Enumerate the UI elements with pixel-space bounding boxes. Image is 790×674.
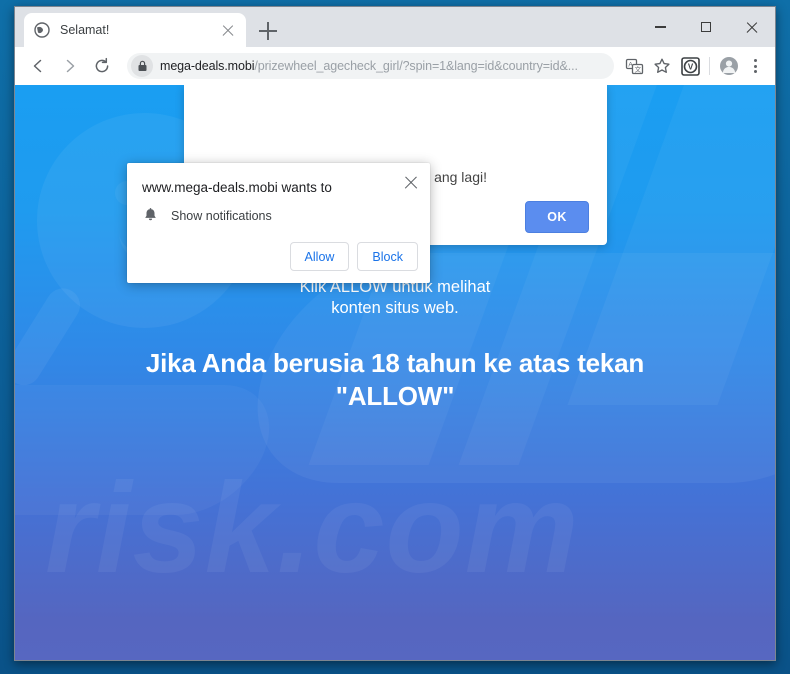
address-bar[interactable]: mega-deals.mobi/prizewheel_agecheck_girl… (127, 53, 614, 79)
three-dot-menu-icon[interactable] (743, 52, 767, 80)
minimize-button[interactable] (637, 7, 683, 47)
page-subtitle: Klik ALLOW untuk melihat konten situs we… (15, 277, 775, 319)
forward-arrow-icon[interactable] (55, 51, 85, 81)
url-path: /prizewheel_agecheck_girl/?spin=1&lang=i… (254, 59, 578, 73)
tab-strip: Selamat! (15, 7, 775, 47)
permission-option-row: Show notifications (142, 207, 272, 224)
svg-text:文: 文 (634, 64, 641, 73)
url-host: mega-deals.mobi (160, 59, 255, 73)
globe-icon (34, 22, 50, 38)
window-controls (637, 7, 775, 47)
ok-button[interactable]: OK (525, 201, 589, 233)
site-watermark-text: risk.com (45, 457, 580, 600)
page-viewport: risk.com ang lagi! OK Klik ALLOW untuk m… (15, 85, 775, 660)
maximize-button[interactable] (683, 7, 729, 47)
lock-icon[interactable] (131, 55, 153, 77)
browser-toolbar: mega-deals.mobi/prizewheel_agecheck_girl… (15, 47, 775, 85)
close-window-button[interactable] (729, 7, 775, 47)
allow-button[interactable]: Allow (289, 242, 350, 271)
profile-avatar-icon[interactable] (715, 52, 743, 80)
tab-title: Selamat! (60, 23, 110, 37)
menu-dot (753, 59, 757, 62)
page-headline-line1: Jika Anda berusia 18 tahun ke atas tekan (145, 348, 645, 378)
permission-dialog-title: www.mega-deals.mobi wants to (142, 180, 332, 195)
menu-dot (753, 64, 757, 68)
new-tab-button[interactable] (255, 18, 281, 44)
permission-option-label: Show notifications (171, 208, 272, 223)
close-tab-icon[interactable] (220, 22, 236, 38)
back-arrow-icon[interactable] (23, 51, 53, 81)
page-subtitle-line2: konten situs web. (331, 299, 459, 317)
close-icon[interactable] (403, 174, 419, 190)
toolbar-divider (709, 57, 710, 75)
bell-icon (142, 207, 159, 224)
menu-dot (753, 70, 757, 73)
reload-icon[interactable] (87, 51, 117, 81)
star-icon[interactable] (648, 52, 676, 80)
browser-window: Selamat! mega-deals.mobi/prizewheel_agec… (14, 6, 776, 661)
block-button[interactable]: Block (357, 242, 418, 271)
url-text: mega-deals.mobi/prizewheel_agecheck_girl… (160, 59, 578, 73)
tab-selamat[interactable]: Selamat! (24, 13, 246, 47)
permission-dialog-actions: Allow Block (289, 242, 418, 271)
svg-text:V: V (687, 62, 693, 71)
notification-permission-dialog: www.mega-deals.mobi wants to Show notifi… (127, 163, 430, 283)
page-headline: Jika Anda berusia 18 tahun ke atas tekan… (15, 347, 775, 413)
translate-icon[interactable]: A 文 (620, 52, 648, 80)
extension-v-icon[interactable]: V (676, 52, 704, 80)
page-headline-line2: "ALLOW" (335, 381, 455, 411)
